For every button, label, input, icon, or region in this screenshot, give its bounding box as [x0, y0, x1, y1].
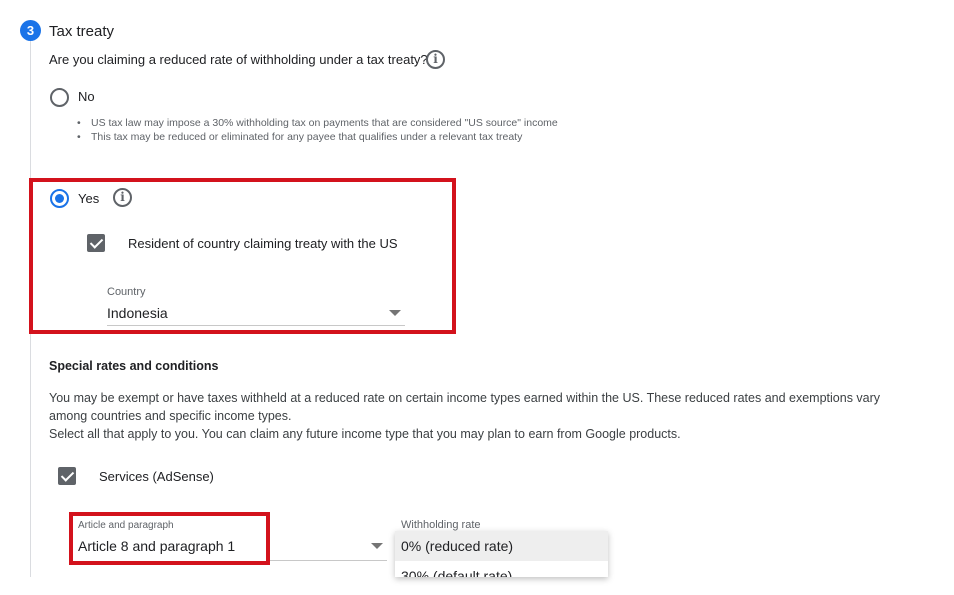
withholding-dropdown-menu: 0% (reduced rate) 30% (default rate)	[395, 531, 608, 577]
special-rates-text: Select all that apply to you. You can cl…	[49, 427, 681, 441]
no-radio-label[interactable]: No	[78, 89, 95, 104]
article-select-value[interactable]: Article 8 and paragraph 1	[78, 538, 235, 554]
step-number-badge: 3	[20, 20, 41, 41]
resident-checkbox-label: Resident of country claiming treaty with…	[128, 236, 398, 251]
yes-radio[interactable]	[50, 189, 69, 208]
special-rates-text: among countries and specific income type…	[49, 409, 292, 423]
step-title: Tax treaty	[49, 23, 115, 40]
withholding-option[interactable]: 0% (reduced rate)	[395, 531, 608, 561]
withholding-field-label: Withholding rate	[401, 519, 481, 531]
services-checkbox-label: Services (AdSense)	[99, 469, 214, 484]
info-icon[interactable]: i	[426, 50, 445, 69]
special-rates-title: Special rates and conditions	[49, 359, 219, 373]
no-radio[interactable]	[50, 88, 69, 107]
chevron-down-icon[interactable]	[371, 543, 383, 549]
special-rates-text: You may be exempt or have taxes withheld…	[49, 391, 881, 405]
chevron-down-icon[interactable]	[389, 310, 401, 316]
yes-radio-label[interactable]: Yes	[78, 191, 99, 206]
country-field-label: Country	[107, 286, 146, 298]
withholding-option[interactable]: 30% (default rate)	[395, 561, 608, 577]
article-field-label: Article and paragraph	[78, 520, 174, 531]
article-select-underline	[270, 560, 387, 561]
no-option-notes: US tax law may impose a 30% withholding …	[77, 116, 558, 144]
note-item: US tax law may impose a 30% withholding …	[77, 116, 558, 130]
note-item: This tax may be reduced or eliminated fo…	[77, 130, 558, 144]
treaty-question: Are you claiming a reduced rate of withh…	[49, 52, 428, 67]
resident-checkbox[interactable]	[87, 234, 105, 252]
services-checkbox[interactable]	[58, 467, 76, 485]
country-select-value[interactable]: Indonesia	[107, 305, 168, 321]
country-select-underline	[107, 325, 405, 326]
info-icon[interactable]: i	[113, 188, 132, 207]
